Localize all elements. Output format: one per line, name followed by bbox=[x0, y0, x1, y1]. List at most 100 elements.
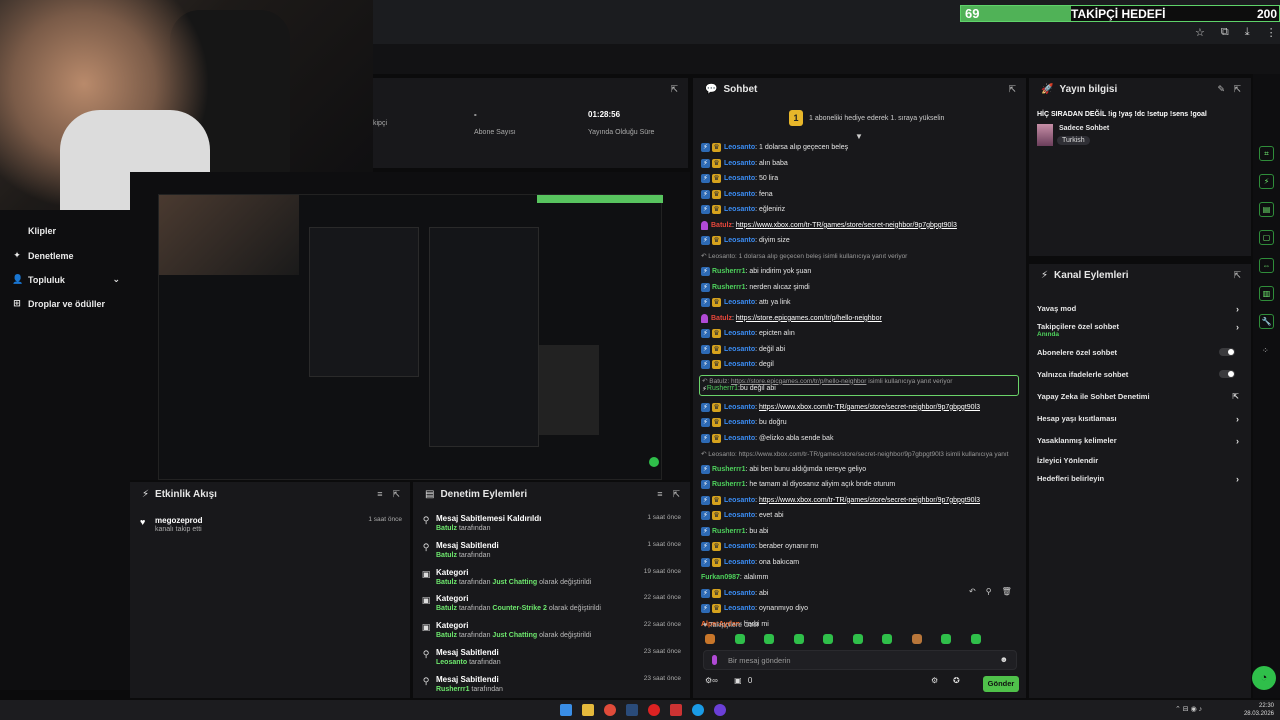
download-icon[interactable]: ⤓ bbox=[1245, 26, 1250, 39]
popout-icon[interactable]: ⇱ bbox=[672, 489, 680, 500]
channel-action-row[interactable]: Hesap yaşı kısıtlaması › bbox=[1037, 414, 1243, 424]
chat-username[interactable]: Leosanto bbox=[724, 590, 755, 597]
channel-action-row[interactable]: Hedefleri belirleyin › bbox=[1037, 474, 1243, 484]
chat-message[interactable]: Batulz: https://www.xbox.com/tr-TR/games… bbox=[701, 218, 1019, 234]
chat-message[interactable]: ⚡ ♛ Leosanto: fena bbox=[701, 187, 1019, 203]
sidebar-item-community[interactable]: 👤 Topluluk ⌄ bbox=[12, 274, 120, 285]
chat-message[interactable]: ⚡ ♛ Leosanto: beraber oynanır mı bbox=[701, 539, 1019, 555]
mod-category[interactable]: Counter-Strike 2 bbox=[492, 605, 546, 612]
chat-message[interactable]: ⚡ ♛ Leosanto: degil bbox=[701, 357, 1019, 373]
chat-message[interactable]: ⚡ ♛ Leosanto: 1 dolarsa alıp geçecen beleş bbox=[701, 140, 1019, 156]
pin-icon[interactable]: ⚲ bbox=[986, 587, 992, 596]
mod-user[interactable]: Batulz bbox=[436, 605, 457, 612]
reply-link[interactable]: https://store.epicgames.com/tr/p/hello-n… bbox=[731, 378, 866, 385]
chat-username[interactable]: Leosanto bbox=[724, 346, 755, 353]
layout-icon[interactable]: ▥ bbox=[1259, 286, 1274, 301]
sidebar-item-drops[interactable]: ⊞ Droplar ve ödüller bbox=[12, 298, 105, 309]
folder-icon[interactable] bbox=[582, 704, 594, 716]
chat-message[interactable]: ⚡ ♛ Leosanto: 50 lira bbox=[701, 171, 1019, 187]
chat-username[interactable]: Leosanto bbox=[724, 559, 755, 566]
chat-username[interactable]: Leosanto bbox=[724, 175, 755, 182]
mod-user[interactable]: Leosanto bbox=[436, 659, 467, 666]
windows-icon[interactable] bbox=[560, 704, 572, 716]
stream-preview[interactable] bbox=[130, 172, 690, 480]
popout-icon[interactable]: ⇱ bbox=[670, 84, 678, 95]
chat-message[interactable]: ⚡ ♛ Leosanto: alın baba bbox=[701, 156, 1019, 172]
chat-message[interactable]: ⚡ Rusherrr1: nerden alıcaz şimdi bbox=[701, 280, 1019, 296]
reply-icon[interactable]: ↶ bbox=[969, 587, 976, 596]
chat-username[interactable]: Furkan0987 bbox=[701, 574, 740, 581]
filter-icon[interactable]: ≡ bbox=[377, 489, 382, 500]
chat-username[interactable]: Leosanto bbox=[724, 497, 755, 504]
chat-username[interactable]: Batulz bbox=[711, 222, 732, 229]
bolt-icon[interactable]: ⚡ bbox=[1259, 174, 1274, 189]
chat-link[interactable]: https://www.xbox.com/tr-TR/games/store/s… bbox=[736, 222, 957, 229]
emote-icon[interactable] bbox=[705, 634, 715, 644]
menu-icon[interactable]: ⋮ bbox=[1266, 26, 1277, 39]
activity-user[interactable]: megozeprod bbox=[155, 516, 402, 525]
chat-username[interactable]: Leosanto bbox=[724, 330, 755, 337]
extensions-icon[interactable]: ⧉ bbox=[1221, 26, 1229, 39]
chat-message[interactable]: ⚡ ♛ Leosanto: bu doğru bbox=[701, 415, 1019, 431]
mod-category[interactable]: Just Chatting bbox=[492, 579, 537, 586]
chat-message[interactable]: ⚡ Rusherrr1: abi ben bunu aldığımda nerey… bbox=[701, 462, 1019, 478]
chat-message[interactable]: ⚡ ♛ Leosanto: https://www.xbox.com/tr-TR/g… bbox=[701, 493, 1019, 509]
opera-icon[interactable] bbox=[648, 704, 660, 716]
chat-username[interactable]: Leosanto bbox=[724, 299, 755, 306]
emote-icon[interactable] bbox=[823, 634, 833, 644]
edit-icon[interactable]: ✎ bbox=[1217, 84, 1225, 95]
chat-message[interactable]: ⚡ Rusherrr1: abi indirim yok şuan bbox=[701, 264, 1019, 280]
chat-username[interactable]: Rusherrr1 bbox=[712, 528, 745, 535]
chat-message[interactable]: ⚡ ♛ Leosanto: @elizko abla sende bak bbox=[701, 431, 1019, 447]
chat-message[interactable]: Batulz: https://store.epicgames.com/tr/p… bbox=[701, 311, 1019, 327]
channel-action-row[interactable]: Abonelere özel sohbet bbox=[1037, 348, 1243, 357]
obs-icon[interactable] bbox=[714, 704, 726, 716]
chat-link[interactable]: https://www.xbox.com/tr-TR/games/store/s… bbox=[759, 404, 980, 411]
chat-username[interactable]: Leosanto bbox=[724, 361, 755, 368]
chat-message[interactable]: ⚡ ♛ Leosanto: epicten alın bbox=[701, 326, 1019, 342]
chat-username[interactable]: Leosanto bbox=[724, 512, 755, 519]
external-link-icon[interactable]: ⇱ bbox=[1232, 392, 1239, 401]
emote-icon[interactable] bbox=[911, 634, 922, 644]
document-icon[interactable]: ▤ bbox=[1259, 202, 1274, 217]
delete-icon[interactable]: 🗑 bbox=[1002, 587, 1012, 596]
wrench-icon[interactable]: 🔧 bbox=[1259, 314, 1274, 329]
steam-icon[interactable] bbox=[626, 704, 638, 716]
mod-user[interactable]: Batulz bbox=[436, 552, 457, 559]
settings-link-icon[interactable]: ⚙∞ bbox=[705, 676, 718, 685]
gift-icon[interactable]: ▣ bbox=[734, 676, 742, 685]
mod-user[interactable]: Batulz bbox=[436, 525, 457, 532]
gear-icon[interactable]: ⚙ bbox=[931, 676, 938, 685]
app-icon[interactable] bbox=[670, 704, 682, 716]
chat-username[interactable]: Leosanto bbox=[724, 543, 755, 550]
mod-user[interactable]: Rusherrr1 bbox=[436, 686, 469, 693]
star-icon[interactable]: ☆ bbox=[1195, 26, 1205, 39]
edge-icon[interactable] bbox=[692, 704, 704, 716]
highlighted-message[interactable]: ↶ Batulz: https://store.epicgames.com/tr… bbox=[699, 374, 1019, 396]
chat-username[interactable]: Rusherrr1 bbox=[712, 466, 745, 473]
popout-icon[interactable]: ⇱ bbox=[1233, 84, 1241, 95]
assistant-fab[interactable]: ◔ bbox=[1252, 666, 1276, 690]
popout-icon[interactable]: ⇱ bbox=[392, 489, 400, 500]
mod-category[interactable]: Just Chatting bbox=[492, 632, 537, 639]
chat-username[interactable]: Leosanto bbox=[724, 419, 755, 426]
chat-message[interactable]: ⚡ Rusherrr1: bu abi bbox=[701, 524, 1019, 540]
filter-icon[interactable]: ≡ bbox=[657, 489, 662, 500]
chat-username[interactable]: Leosanto bbox=[724, 404, 755, 411]
tray-icons[interactable]: ⌃ ⊟ ◉ ♪ bbox=[1175, 705, 1202, 713]
chat-username[interactable]: Rusherrr1 bbox=[712, 284, 745, 291]
channel-action-row[interactable]: Yapay Zeka ile Sohbet Denetimi ⇱ bbox=[1037, 392, 1243, 401]
channel-action-row[interactable]: İzleyici Yönlendir bbox=[1037, 456, 1243, 465]
channel-action-row[interactable]: Yalnızca ifadelerle sohbet bbox=[1037, 370, 1243, 379]
chat-message[interactable]: ⚡ ♛ Leosanto: eğleniriz bbox=[701, 202, 1019, 218]
chat-username[interactable]: Leosanto bbox=[724, 160, 755, 167]
chat-username[interactable]: Rusherrr1 bbox=[707, 385, 738, 392]
chat-message[interactable]: ⚡ Rusherrr1: he tamam al diyosanız aliyim… bbox=[701, 477, 1019, 493]
emote-icon[interactable] bbox=[970, 634, 981, 644]
chat-username[interactable]: Leosanto bbox=[724, 191, 755, 198]
popout-icon[interactable]: ⇱ bbox=[1233, 270, 1241, 281]
chat-username[interactable]: Rusherrr1 bbox=[712, 481, 745, 488]
reward-icon[interactable]: ✪ bbox=[953, 676, 960, 685]
chat-username[interactable]: Leosanto bbox=[724, 237, 755, 244]
chat-icon[interactable]: ▢ bbox=[1259, 230, 1274, 245]
